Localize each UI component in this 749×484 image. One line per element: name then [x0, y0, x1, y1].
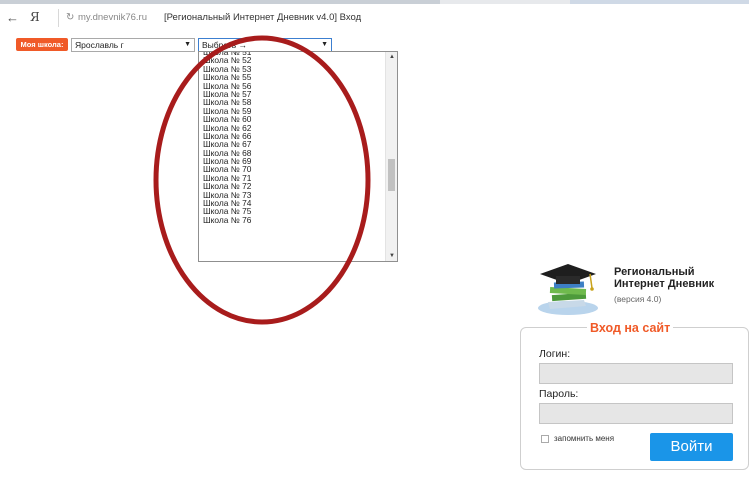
school-dropdown-list[interactable]: Школа № 51 Школа № 52 Школа № 53 Школа № 55…	[198, 51, 398, 262]
logo-title: Региональный Интернет Дневник	[614, 266, 714, 290]
dropdown-options: Школа № 51 Школа № 52 Школа № 53 Школа № 55…	[203, 52, 383, 224]
remember-me-checkbox[interactable]	[541, 435, 549, 443]
city-select-value: Ярославль г	[75, 40, 124, 50]
logo-title-line: Интернет Дневник	[614, 278, 715, 290]
dropdown-option[interactable]: Школа № 76	[203, 215, 383, 224]
login-panel: Вход на сайт Логин: Пароль: запомнить ме…	[520, 321, 749, 470]
url-domain: my.dnevnik76.ru	[78, 12, 147, 23]
scroll-up-icon[interactable]: ▲	[389, 54, 395, 60]
login-field[interactable]	[539, 363, 733, 384]
school-select-value: Выбрать →	[202, 40, 248, 50]
address-bar[interactable]: ↻ my.dnevnik76.ru [Региональный Интернет…	[58, 9, 748, 27]
scrollbar-thumb[interactable]	[388, 158, 395, 191]
password-field[interactable]	[539, 403, 733, 424]
logo-title-line: Региональный	[614, 266, 695, 278]
tab-strip-segment	[570, 0, 749, 4]
password-label: Пароль:	[539, 388, 579, 400]
scroll-down-icon[interactable]: ▼	[389, 253, 395, 259]
chevron-down-icon: ▼	[321, 41, 328, 48]
tab-strip	[0, 0, 749, 4]
remember-me-label[interactable]: запомнить меня	[554, 434, 614, 443]
dropdown-scrollbar[interactable]: ▲ ▼	[385, 52, 397, 261]
school-select[interactable]: Выбрать → ▼	[198, 38, 332, 52]
back-arrow-icon[interactable]: ←	[6, 10, 19, 25]
tab-strip-segment	[0, 0, 440, 4]
yandex-logo-icon[interactable]: Я	[30, 10, 40, 24]
logo-version: (версия 4.0)	[614, 294, 662, 304]
browser-toolbar: ← Я ↻ my.dnevnik76.ru [Региональный Инте…	[0, 0, 749, 34]
my-school-badge: Моя школа:	[16, 38, 68, 51]
login-button[interactable]: Войти	[650, 433, 733, 461]
url-page-title: [Региональный Интернет Дневник v4.0] Вхо…	[164, 12, 362, 23]
graduation-cap-books-icon	[538, 264, 598, 315]
city-select[interactable]: Ярославль г ▼	[71, 38, 195, 52]
chevron-down-icon: ▼	[184, 41, 191, 48]
site-logo: Региональный Интернет Дневник (версия 4.…	[528, 258, 749, 318]
login-label: Логин:	[539, 348, 571, 360]
reload-icon[interactable]: ↻	[66, 12, 74, 23]
tab-strip-segment	[440, 0, 570, 4]
login-panel-title: Вход на сайт	[587, 321, 674, 335]
